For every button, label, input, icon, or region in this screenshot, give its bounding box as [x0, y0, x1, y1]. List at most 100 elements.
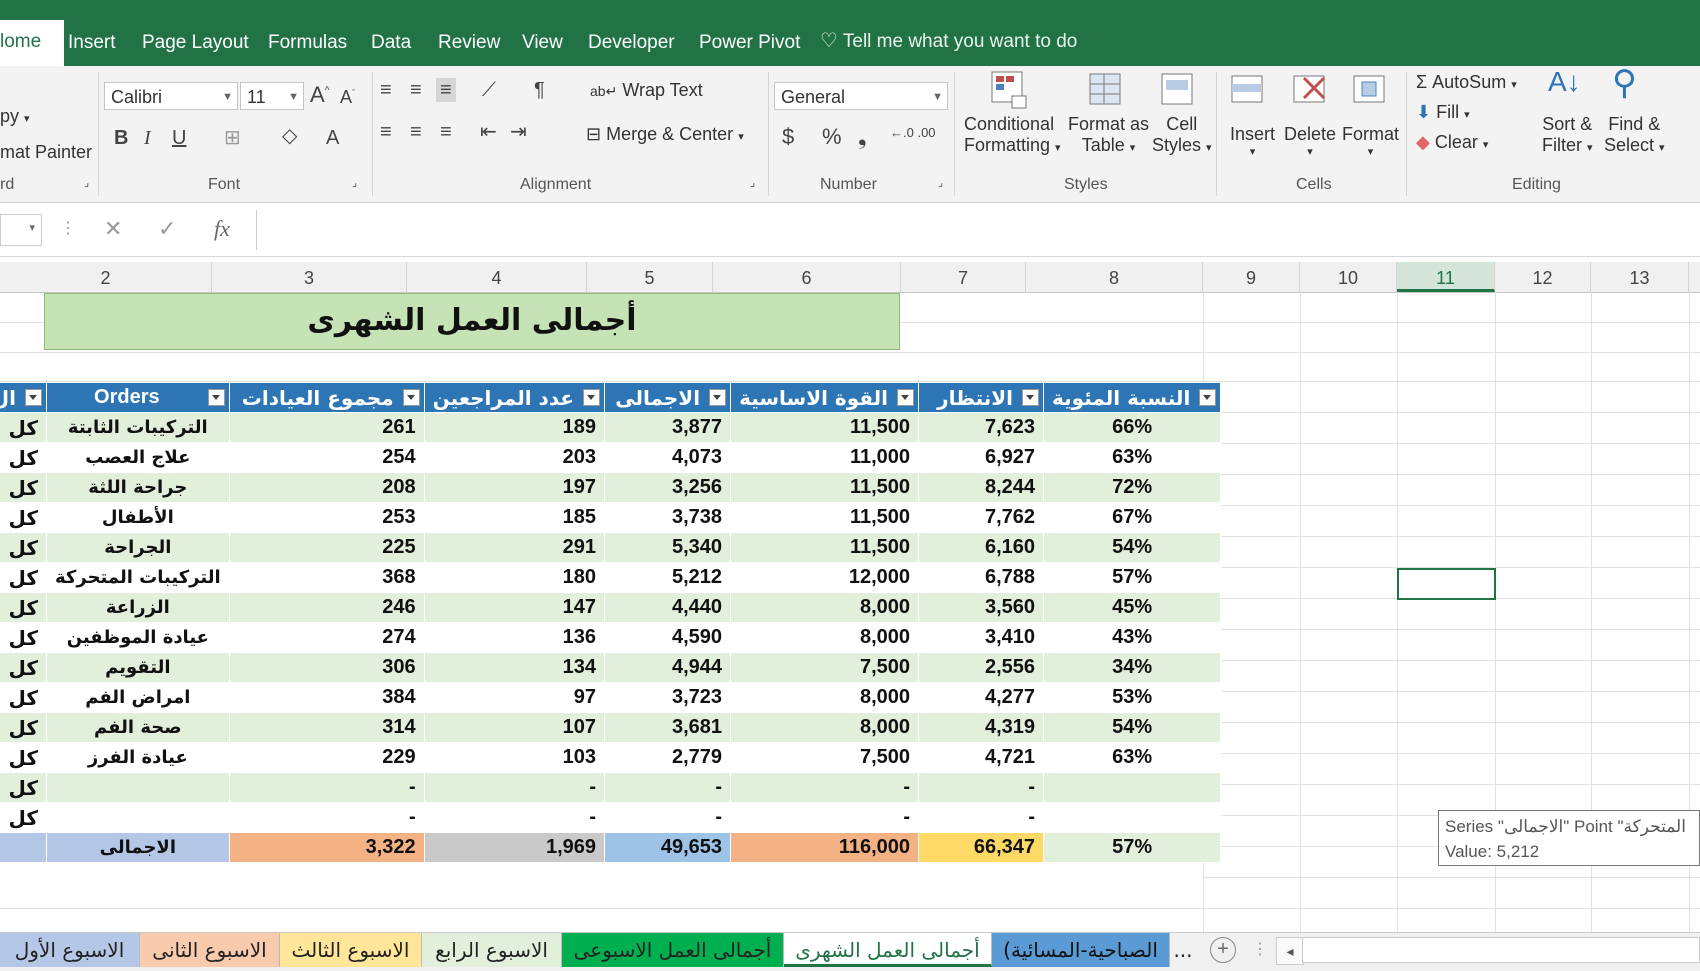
sheet-tab[interactable]: أجمالى العمل الاسبوعى: [562, 933, 784, 967]
column-header[interactable]: 4: [407, 262, 587, 292]
decrease-font-icon[interactable]: Aˇ: [340, 88, 355, 106]
table-cell[interactable]: 11,500: [730, 412, 920, 443]
table-cell[interactable]: 7,500: [730, 742, 920, 773]
column-header[interactable]: 7: [901, 262, 1026, 292]
orientation-icon[interactable]: ⟋: [482, 80, 496, 100]
table-cell[interactable]: 8,000: [730, 682, 920, 713]
fill-color-icon[interactable]: ◇: [282, 126, 297, 146]
table-cell[interactable]: 3,410: [918, 622, 1045, 653]
sheet-tab[interactable]: الاسبوع الرابع: [422, 933, 562, 967]
table-cell[interactable]: 253: [228, 502, 425, 533]
insert-cells-button[interactable]: Insert ▾: [1230, 124, 1275, 158]
italic-icon[interactable]: I: [144, 128, 151, 148]
table-cell[interactable]: كل: [0, 742, 47, 773]
table-cell[interactable]: كل: [0, 412, 47, 443]
align-middle-icon[interactable]: ≡: [410, 80, 422, 100]
column-header-selected[interactable]: 11: [1397, 262, 1495, 292]
tab-home[interactable]: lome: [0, 20, 64, 66]
dialog-launcher-icon[interactable]: ⌟: [352, 178, 357, 189]
delete-cells-button[interactable]: Delete ▾: [1284, 124, 1336, 158]
table-cell[interactable]: امراض الفم: [46, 682, 230, 713]
table-cell[interactable]: 134: [423, 652, 606, 683]
column-header-cell[interactable]: الاجمالى: [604, 382, 732, 413]
table-cell[interactable]: 107: [423, 712, 606, 743]
table-cell[interactable]: 291: [423, 532, 606, 563]
active-cell-selection[interactable]: [1397, 568, 1496, 600]
column-header[interactable]: 6: [713, 262, 901, 292]
align-top-icon[interactable]: ≡: [380, 80, 392, 100]
table-cell[interactable]: 67%: [1043, 502, 1222, 533]
sheet-tab[interactable]: الاسبوع الثانى: [140, 933, 280, 967]
table-cell[interactable]: 45%: [1043, 592, 1222, 623]
table-cell[interactable]: الجراحة: [46, 532, 230, 563]
enter-icon[interactable]: ✓: [158, 216, 176, 242]
tab-power-pivot[interactable]: Power Pivot: [699, 26, 800, 66]
table-cell[interactable]: 11,000: [730, 442, 920, 473]
table-cell[interactable]: كل: [0, 502, 47, 533]
insert-function-icon[interactable]: fx: [214, 216, 230, 242]
tab-view[interactable]: View: [522, 26, 563, 66]
tab-review[interactable]: Review: [438, 26, 500, 66]
dialog-launcher-icon[interactable]: ⌟: [84, 178, 89, 189]
column-header-cell[interactable]: Orders: [46, 382, 230, 413]
table-cell[interactable]: 2,779: [604, 742, 732, 773]
table-cell[interactable]: كل: [0, 472, 47, 503]
fill-button[interactable]: ⬇ Fill ▾: [1416, 102, 1470, 123]
table-cell[interactable]: 54%: [1043, 532, 1222, 563]
table-cell[interactable]: 3,723: [604, 682, 732, 713]
table-cell[interactable]: 97: [423, 682, 606, 713]
align-right-icon[interactable]: ≡: [440, 122, 452, 142]
table-cell[interactable]: -: [228, 802, 425, 833]
formula-input[interactable]: [256, 210, 1700, 250]
table-cell[interactable]: التقويم: [46, 652, 230, 683]
table-cell[interactable]: 180: [423, 562, 606, 593]
column-header-cell[interactable]: الانتظار: [918, 382, 1045, 413]
filter-dropdown-icon[interactable]: [583, 389, 601, 406]
table-cell[interactable]: 6,160: [918, 532, 1045, 563]
table-cell[interactable]: التركيبات الثابتة: [46, 412, 230, 443]
sheet-tab[interactable]: الاسبوع الثالث: [280, 933, 422, 967]
currency-button[interactable]: $: [782, 126, 794, 148]
table-cell[interactable]: 7,623: [918, 412, 1045, 443]
conditional-formatting-button[interactable]: Conditional Formatting ▾: [964, 114, 1061, 156]
autosum-button[interactable]: Σ AutoSum ▾: [1416, 72, 1517, 93]
table-cell[interactable]: 229: [228, 742, 425, 773]
table-cell[interactable]: -: [918, 772, 1045, 803]
increase-indent-icon[interactable]: ⇥: [510, 122, 527, 142]
table-cell[interactable]: 185: [423, 502, 606, 533]
filter-dropdown-icon[interactable]: [1022, 389, 1040, 406]
table-cell[interactable]: 8,000: [730, 712, 920, 743]
column-header[interactable]: 13: [1591, 262, 1689, 292]
table-total-cell[interactable]: 3,322: [228, 832, 425, 863]
table-cell[interactable]: [46, 802, 230, 833]
table-cell[interactable]: 7,762: [918, 502, 1045, 533]
column-header[interactable]: 8: [1026, 262, 1203, 292]
name-box[interactable]: ▾: [0, 214, 42, 246]
filter-dropdown-icon[interactable]: [207, 389, 225, 406]
table-cell[interactable]: 368: [228, 562, 425, 593]
table-cell[interactable]: 103: [423, 742, 606, 773]
table-cell[interactable]: 3,560: [918, 592, 1045, 623]
table-cell[interactable]: 5,340: [604, 532, 732, 563]
table-cell[interactable]: 11,500: [730, 502, 920, 533]
table-cell[interactable]: 261: [228, 412, 425, 443]
table-cell[interactable]: -: [228, 772, 425, 803]
table-cell[interactable]: 5,212: [604, 562, 732, 593]
font-color-icon[interactable]: A: [326, 128, 339, 148]
font-name-combo[interactable]: Calibri ▼: [104, 82, 238, 110]
format-cells-button[interactable]: Format ▾: [1342, 124, 1399, 158]
copy-button[interactable]: py ▾: [0, 106, 30, 127]
text-direction-icon[interactable]: ¶: [534, 80, 545, 100]
table-cell[interactable]: -: [730, 802, 920, 833]
column-header-cell[interactable]: ال: [0, 382, 47, 413]
table-cell[interactable]: 7,500: [730, 652, 920, 683]
table-cell[interactable]: -: [423, 772, 606, 803]
dialog-launcher-icon[interactable]: ⌟: [750, 178, 755, 189]
format-as-table-button[interactable]: Format as Table ▾: [1068, 114, 1149, 156]
column-header[interactable]: 5: [587, 262, 713, 292]
table-total-cell[interactable]: 57%: [1043, 832, 1222, 863]
table-cell[interactable]: 3,256: [604, 472, 732, 503]
table-cell[interactable]: كل: [0, 772, 47, 803]
column-header[interactable]: 2: [0, 262, 212, 292]
table-cell[interactable]: الأطفال: [46, 502, 230, 533]
